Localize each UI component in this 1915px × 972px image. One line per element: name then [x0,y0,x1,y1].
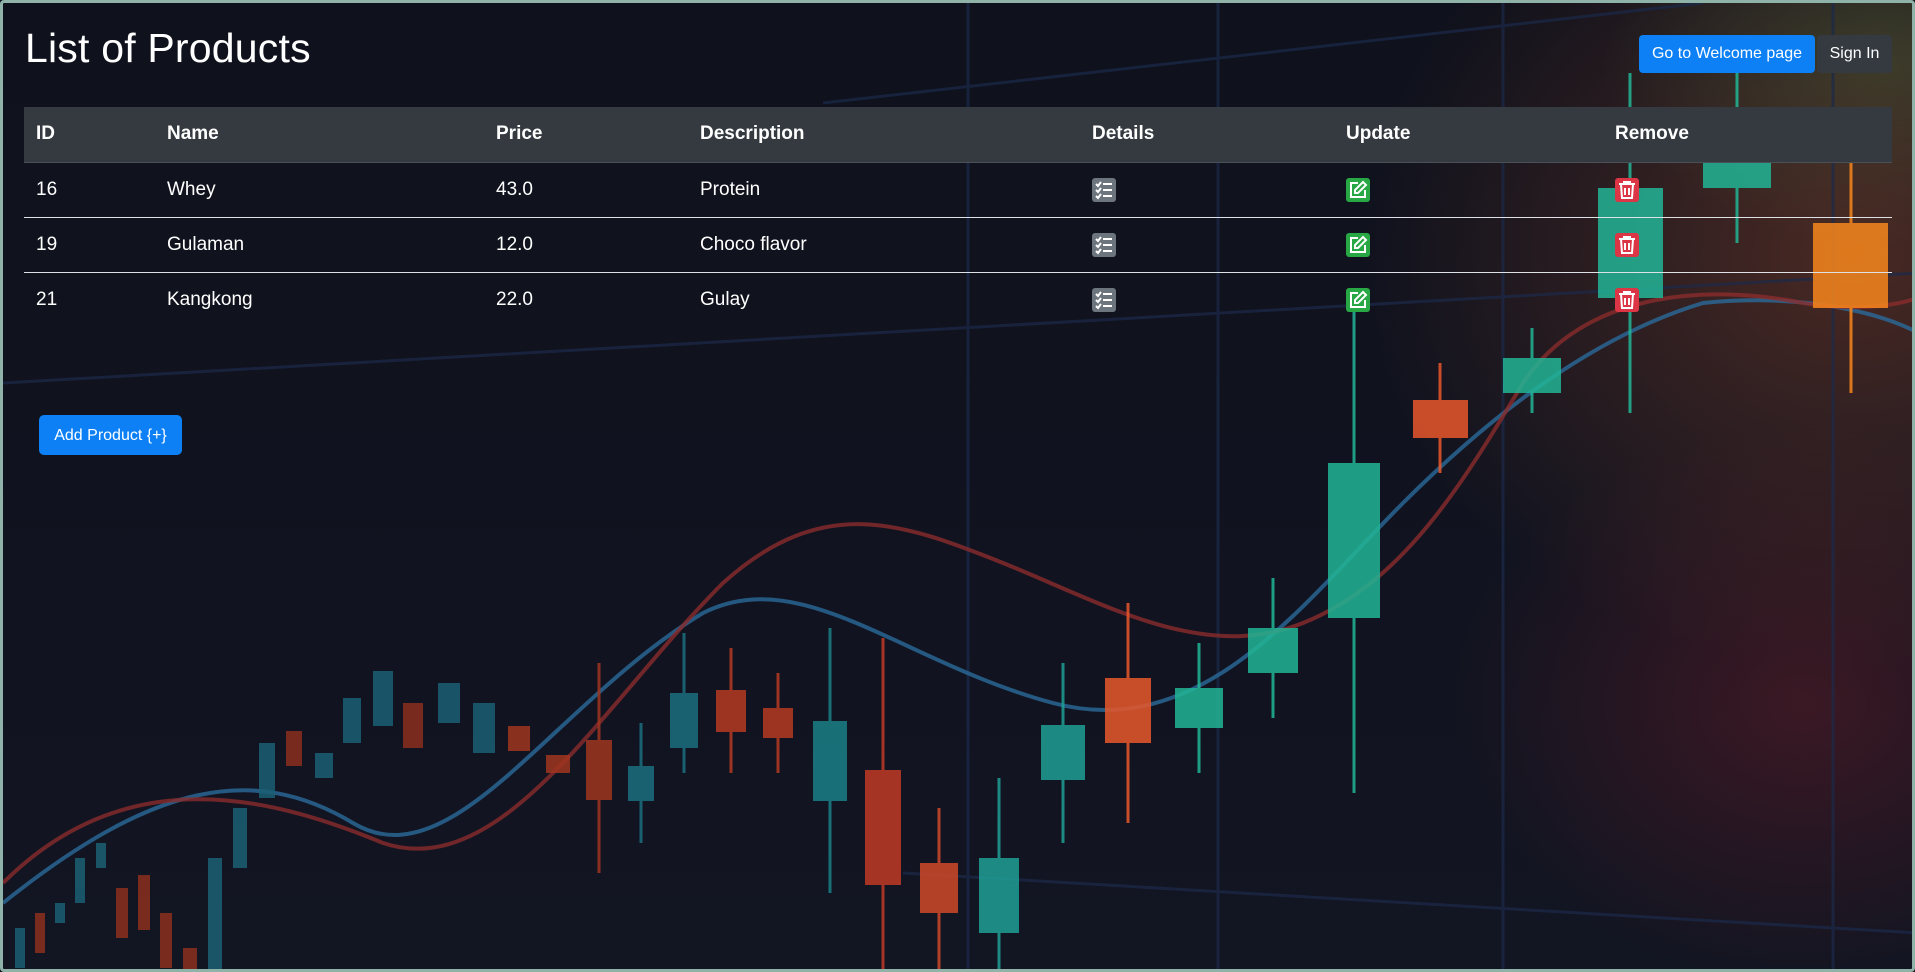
products-table: ID Name Price Description Details Update… [24,107,1892,327]
cell-details [1080,162,1334,217]
column-header-id: ID [24,107,155,163]
list-check-icon[interactable] [1092,232,1116,257]
cell-name: Gulaman [167,233,245,255]
cell-remove [1603,217,1892,272]
column-header-description: Description [688,107,1080,163]
column-header-name: Name [155,107,484,163]
list-check-icon[interactable] [1092,287,1116,312]
table-row: 16 Whey 43.0 Protein [24,162,1892,217]
cell-description: Protein [700,178,761,200]
cell-remove [1603,272,1892,327]
column-header-price: Price [484,107,688,163]
add-product-button[interactable]: Add Product {+} [39,415,182,455]
sign-in-button[interactable]: Sign In [1817,35,1892,73]
edit-icon[interactable] [1346,287,1370,312]
edit-icon[interactable] [1346,232,1370,257]
column-header-remove: Remove [1603,107,1892,163]
trash-icon[interactable] [1615,232,1639,257]
cell-price: 22.0 [496,288,533,310]
column-header-update: Update [1334,107,1603,163]
table-row: 19 Gulaman 12.0 Choco flavor [24,217,1892,272]
cell-details [1080,272,1334,327]
cell-name: Whey [167,178,216,200]
cell-description: Choco flavor [700,233,807,255]
welcome-page-button[interactable]: Go to Welcome page [1639,35,1815,73]
cell-price: 12.0 [496,233,533,255]
cell-description: Gulay [700,288,750,310]
list-check-icon[interactable] [1092,177,1116,202]
cell-update [1334,162,1603,217]
column-header-details: Details [1080,107,1334,163]
cell-id: 16 [36,178,58,200]
cell-id: 19 [36,233,58,255]
cell-details [1080,217,1334,272]
cell-id: 21 [36,288,58,310]
cell-remove [1603,162,1892,217]
page-title: List of Products [25,25,311,71]
app-window: List of Products Go to Welcome page Sign… [0,0,1915,972]
cell-update [1334,217,1603,272]
table-row: 21 Kangkong 22.0 Gulay [24,272,1892,327]
cell-update [1334,272,1603,327]
cell-name: Kangkong [167,288,253,310]
table-header-row: ID Name Price Description Details Update… [24,107,1892,163]
cell-price: 43.0 [496,178,533,200]
edit-icon[interactable] [1346,177,1370,202]
trash-icon[interactable] [1615,287,1639,312]
trash-icon[interactable] [1615,177,1639,202]
